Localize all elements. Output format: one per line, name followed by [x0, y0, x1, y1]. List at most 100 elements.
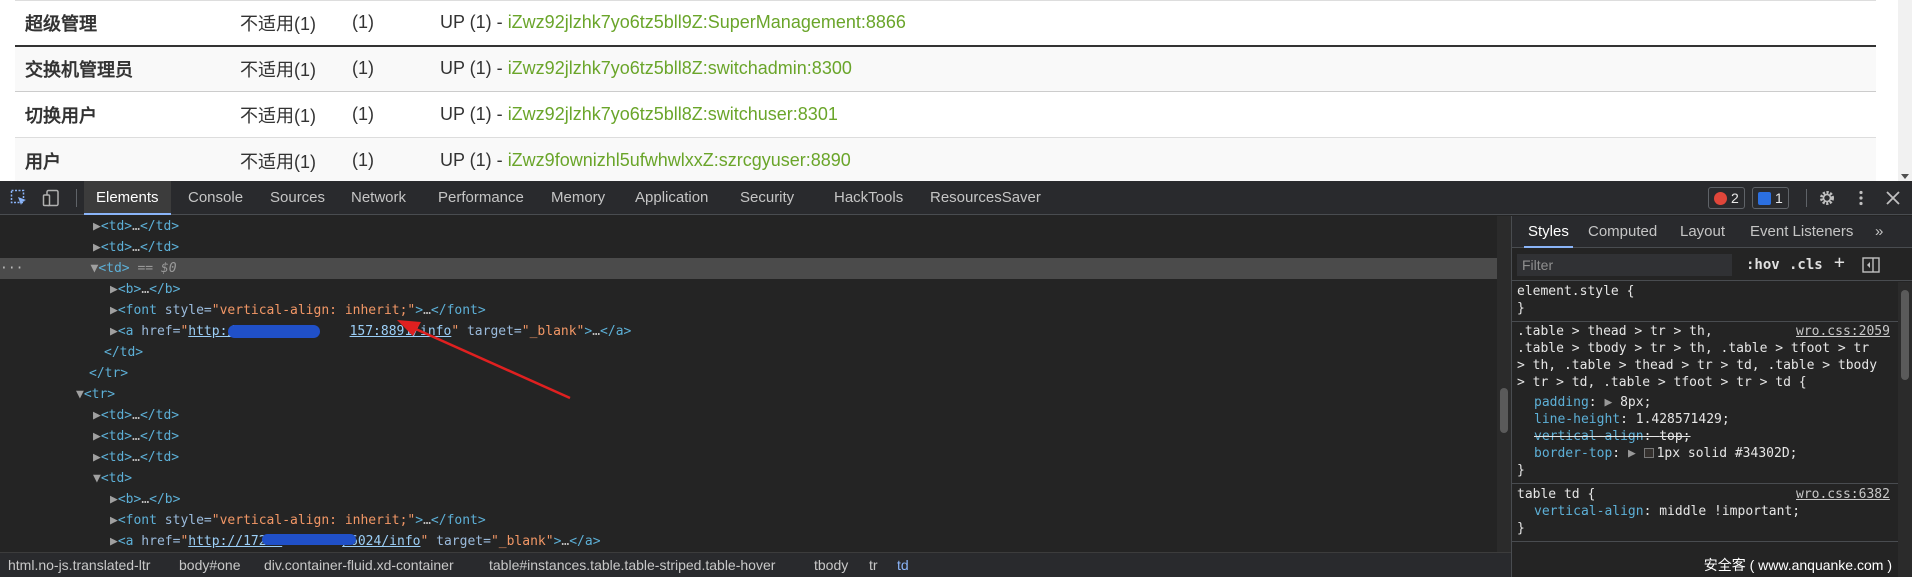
tab-hacktools[interactable]: HackTools [834, 181, 903, 215]
breadcrumb-item-current[interactable]: td [897, 557, 909, 573]
inspect-element-icon[interactable] [10, 189, 28, 207]
dom-node-b[interactable]: ▶<b>…</b> [110, 489, 180, 510]
breadcrumb-item[interactable]: div.container-fluid.xd-container [264, 557, 454, 573]
instance-link[interactable]: iZwz92jlzhk7yo6tz5bll9Z:SuperManagement:… [508, 12, 906, 32]
expand-triangle-icon[interactable]: ▶ [110, 282, 118, 297]
tab-styles[interactable]: Styles [1524, 216, 1573, 248]
elements-scrollbar[interactable] [1497, 216, 1511, 552]
dom-node-td[interactable]: ▶<td>…</td> [93, 405, 179, 426]
service-status: 不适用(1) [230, 137, 342, 181]
expand-triangle-icon[interactable]: ▶ [110, 492, 118, 507]
expand-triangle-icon[interactable]: ▶ [110, 513, 118, 528]
tab-security[interactable]: Security [740, 181, 794, 215]
tab-layout[interactable]: Layout [1680, 216, 1725, 248]
breadcrumb-item[interactable]: body#one [179, 557, 241, 573]
styles-filter-bar: Filter :hov .cls + [1512, 249, 1912, 281]
error-icon [1714, 192, 1727, 205]
up-label: UP (1) - [440, 12, 508, 33]
expand-arrow-icon[interactable]: ▶ [1604, 395, 1612, 410]
close-devtools-icon[interactable] [1884, 189, 1902, 207]
expand-arrow-icon[interactable]: ▶ [1628, 446, 1636, 461]
dom-node-b[interactable]: ▶<b>…</b> [110, 279, 180, 300]
dom-node-td[interactable]: ▶<td>…</td> [93, 237, 179, 258]
tab-performance[interactable]: Performance [438, 181, 524, 215]
css-property[interactable]: padding: ▶ 8px; [1534, 395, 1651, 410]
instance-link[interactable]: iZwz9fownizhl5ufwhwlxxZ:szrcgyuser:8890 [508, 150, 851, 170]
expand-triangle-icon[interactable]: ▶ [93, 240, 101, 255]
tab-network[interactable]: Network [351, 181, 406, 215]
toolbar-divider [1806, 189, 1807, 207]
service-instances: UP (1) - iZwz92jlzhk7yo6tz5bll8Z:switchu… [430, 91, 1876, 138]
breadcrumb-item[interactable]: tbody [814, 557, 848, 573]
breadcrumb-item[interactable]: table#instances.table.table-striped.tabl… [489, 557, 775, 573]
scroll-down-arrow-icon[interactable] [1901, 174, 1909, 179]
errors-badge[interactable]: 2 [1708, 187, 1745, 209]
class-toggle[interactable]: .cls [1789, 257, 1823, 273]
styles-scrollbar[interactable] [1898, 282, 1912, 577]
css-property[interactable]: border-top: ▶ 1px solid #34302D; [1534, 446, 1797, 461]
scrollbar-thumb[interactable] [1901, 290, 1909, 380]
device-toolbar-icon[interactable] [42, 189, 60, 207]
tab-event-listeners[interactable]: Event Listeners [1750, 216, 1853, 248]
more-options-icon[interactable] [1852, 189, 1870, 207]
element-style-rule[interactable]: element.style { [1517, 284, 1634, 299]
tab-computed[interactable]: Computed [1588, 216, 1657, 248]
table-row: 用户 不适用(1) (1) UP (1) - iZwz9fownizhl5ufw… [15, 137, 1876, 181]
dom-node-tr[interactable]: ▼<tr> [76, 384, 115, 405]
rule-selector: .table > thead > tr > th, [1517, 324, 1713, 339]
service-name: 用户 [15, 137, 230, 181]
up-label: UP (1) - [440, 104, 508, 124]
tab-sources[interactable]: Sources [270, 181, 325, 215]
tab-elements[interactable]: Elements [84, 181, 171, 215]
dom-node-td-selected[interactable]: ··· ▼<td> == $0 [0, 258, 1497, 279]
errors-count: 2 [1731, 190, 1739, 206]
dom-node-font[interactable]: ▶<font style="vertical-align: inherit;">… [110, 510, 486, 531]
expand-triangle-icon[interactable]: ▶ [93, 408, 101, 423]
more-actions-dots[interactable]: ··· [0, 261, 23, 276]
collapse-triangle-icon[interactable]: ▼ [76, 387, 84, 402]
breadcrumb-item[interactable]: tr [869, 557, 878, 573]
dom-node-td[interactable]: ▶<td>…</td> [93, 447, 179, 468]
expand-triangle-icon[interactable]: ▶ [93, 450, 101, 465]
tab-memory[interactable]: Memory [551, 181, 605, 215]
breadcrumb-item[interactable]: html.no-js.translated-ltr [8, 557, 150, 573]
tab-resourcessaver[interactable]: ResourcesSaver [930, 181, 1041, 215]
more-tabs-chevron-icon[interactable]: » [1875, 216, 1883, 248]
expand-triangle-icon[interactable]: ▶ [110, 324, 118, 339]
settings-gear-icon[interactable] [1818, 189, 1836, 207]
tab-console[interactable]: Console [188, 181, 243, 215]
styles-filter-input[interactable]: Filter [1517, 254, 1732, 276]
css-property[interactable]: vertical-align: middle !important; [1534, 504, 1800, 519]
table-row: 超级管理 不适用(1) (1) UP (1) - iZwz92jlzhk7yo6… [15, 0, 1876, 46]
scrollbar-thumb[interactable] [1500, 388, 1508, 433]
devtools-tabbar: Elements Console Sources Network Perform… [0, 181, 1912, 215]
table-row: 交换机管理员 不适用(1) (1) UP (1) - iZwz92jlzhk7y… [15, 44, 1876, 92]
instance-link[interactable]: iZwz92jlzhk7yo6tz5bll8Z:switchuser:8301 [508, 104, 838, 124]
styles-sidebar: Styles Computed Layout Event Listeners »… [1511, 216, 1912, 577]
new-rule-plus-icon[interactable]: + [1834, 252, 1845, 273]
rule-source-link[interactable]: wro.css:6382 [1796, 487, 1890, 502]
messages-badge[interactable]: 1 [1752, 187, 1789, 209]
dom-node-td[interactable]: ▶<td>…</td> [93, 216, 179, 237]
collapse-triangle-icon[interactable]: ▼ [93, 471, 101, 486]
hover-state-toggle[interactable]: :hov [1746, 257, 1780, 273]
css-property-overridden[interactable]: vertical-align: top; [1534, 429, 1691, 444]
rule-source-link[interactable]: wro.css:2059 [1796, 324, 1890, 339]
service-name: 交换机管理员 [15, 44, 230, 92]
expand-triangle-icon[interactable]: ▶ [110, 303, 118, 318]
expand-triangle-icon[interactable]: ▶ [93, 219, 101, 234]
css-property[interactable]: line-height: 1.428571429; [1534, 412, 1730, 427]
page-scrollbar[interactable] [1898, 0, 1912, 181]
rule-close-brace: } [1517, 301, 1525, 316]
service-instances: UP (1) - iZwz9fownizhl5ufwhwlxxZ:szrcgyu… [430, 137, 1876, 181]
expand-triangle-icon[interactable]: ▶ [110, 534, 118, 549]
service-count: (1) [342, 137, 430, 181]
toggle-sidebar-icon[interactable] [1862, 257, 1880, 273]
dom-node-td[interactable]: ▼<td> [93, 468, 132, 489]
expand-triangle-icon[interactable]: ▶ [93, 429, 101, 444]
dom-node-td[interactable]: ▶<td>…</td> [93, 426, 179, 447]
color-swatch-icon[interactable] [1643, 448, 1654, 458]
tab-application[interactable]: Application [635, 181, 708, 215]
style-rules-list: element.style { } .table > thead > tr > … [1512, 282, 1899, 577]
instance-link[interactable]: iZwz92jlzhk7yo6tz5bll8Z:switchadmin:8300 [508, 58, 852, 78]
